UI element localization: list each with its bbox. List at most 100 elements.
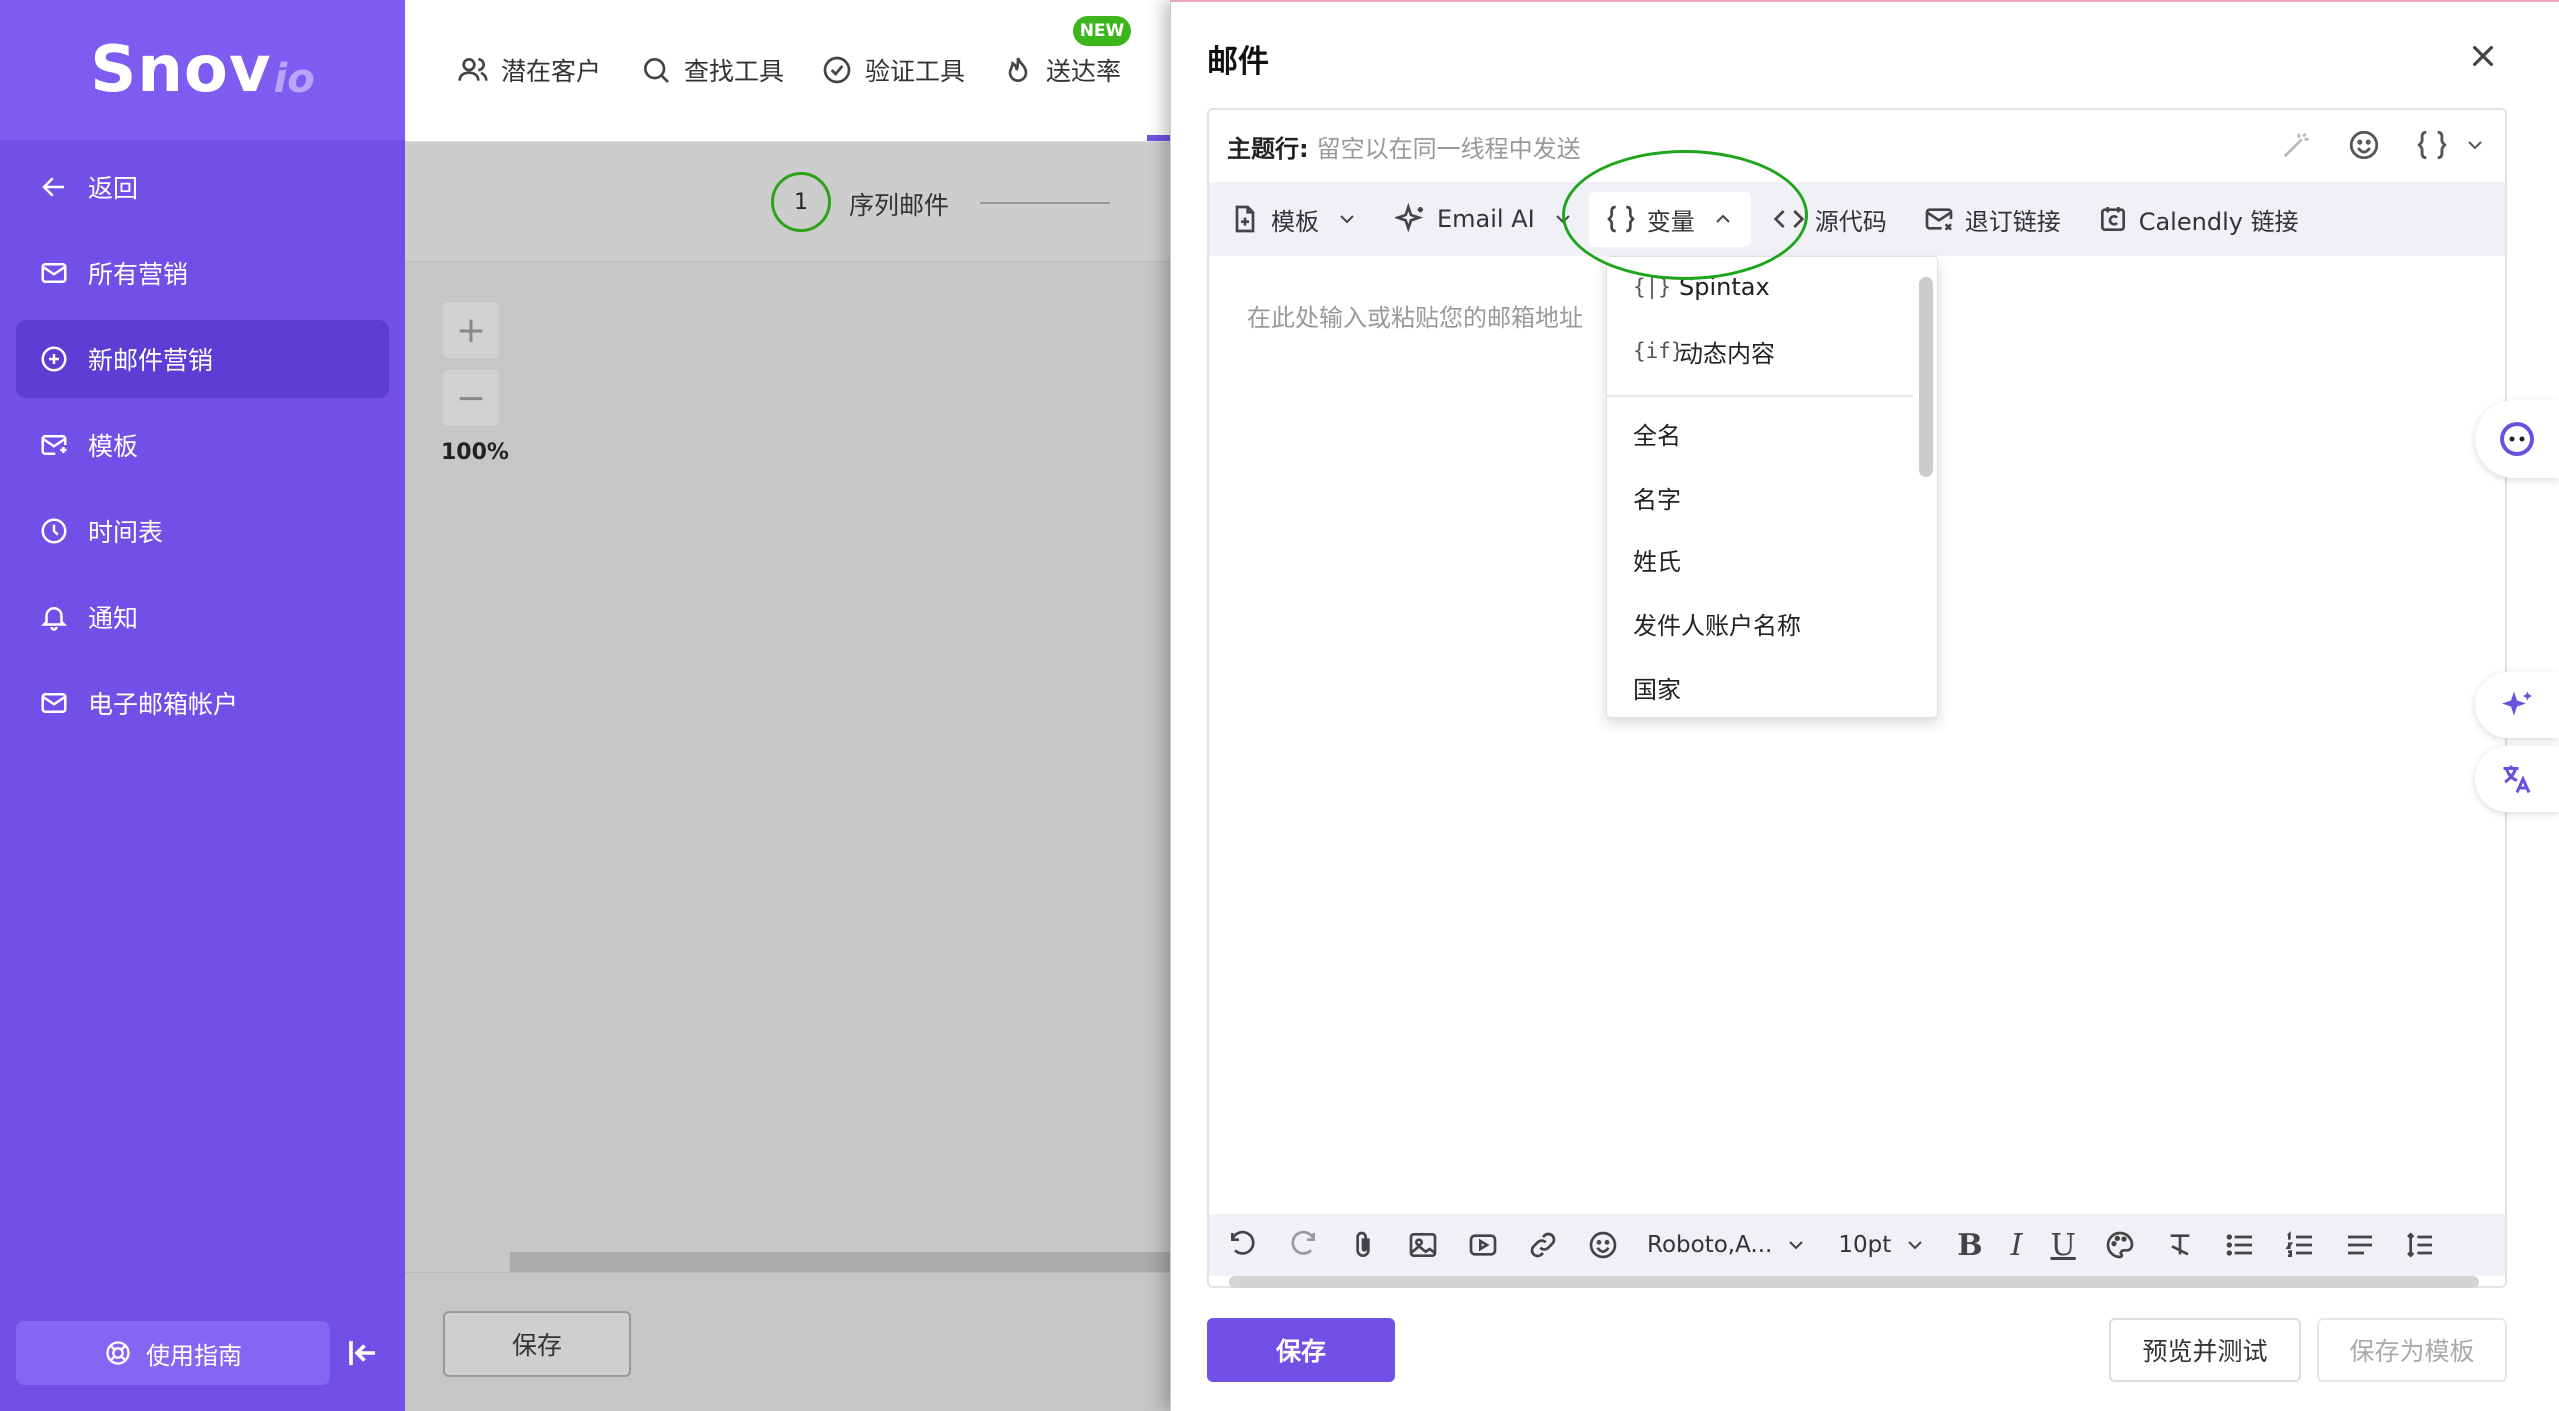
sidebar-item-label: 模板 [88, 432, 139, 461]
mail-icon [38, 687, 70, 719]
guide-button[interactable]: 使用指南 [16, 1321, 330, 1385]
source-code-button[interactable]: 源代码 [1773, 202, 1887, 237]
logo-main: Snov [90, 33, 272, 107]
sidebar-item-schedule[interactable]: 时间表 [16, 492, 389, 570]
attachment-icon[interactable] [1347, 1229, 1379, 1261]
sidebar-item-label: 通知 [88, 604, 139, 633]
sidebar: Snov io 返回 所有营销 新邮件营销 模板 时间表 通知 电子邮箱帐户 使… [0, 0, 405, 1411]
line-height-icon[interactable] [2404, 1229, 2436, 1261]
close-icon[interactable] [2467, 40, 2499, 72]
dropdown-item-sender-account-name[interactable]: 发件人账户名称 [1607, 593, 1913, 653]
palette-icon[interactable] [2104, 1229, 2136, 1261]
canvas-save-button[interactable]: 保存 [443, 1311, 631, 1377]
undo-icon[interactable] [1227, 1229, 1259, 1261]
sequence-canvas: 1 序列邮件 + − 100% [405, 142, 1170, 1272]
zoom-out-button[interactable]: − [443, 370, 499, 426]
mail-remove-icon [1925, 208, 1953, 231]
subject-field[interactable]: 主题行: 留空以在同一线程中发送 [1209, 110, 2505, 182]
italic-button[interactable]: I [2011, 1228, 2023, 1263]
topnav-label: 查找工具 [684, 57, 785, 86]
top-edge-line [1170, 0, 2559, 2]
zoom-in-button[interactable]: + [443, 302, 499, 358]
sidebar-item-email-accounts[interactable]: 电子邮箱帐户 [16, 664, 389, 742]
template-label: 模板 [1271, 207, 1319, 236]
clear-format-icon[interactable] [2164, 1229, 2196, 1261]
unsubscribe-link-button[interactable]: 退订链接 [1923, 202, 2061, 237]
save-as-template-button[interactable]: 保存为模板 [2317, 1318, 2507, 1382]
save-button[interactable]: 保存 [1207, 1318, 1395, 1382]
logo[interactable]: Snov io [0, 0, 405, 140]
bold-button[interactable]: B [1957, 1228, 1982, 1263]
step-number[interactable]: 1 [771, 172, 831, 232]
calendly-link-button[interactable]: Calendly 链接 [2097, 202, 2299, 237]
redo-icon[interactable] [1287, 1229, 1319, 1261]
sidebar-item-label: 返回 [88, 174, 139, 203]
check-circle-icon [823, 56, 851, 84]
sidebar-item-back[interactable]: 返回 [16, 148, 389, 226]
video-icon[interactable] [1467, 1229, 1499, 1261]
dropdown-item-last-name[interactable]: 姓氏 [1607, 529, 1913, 589]
sidebar-item-notifications[interactable]: 通知 [16, 578, 389, 656]
emoji-icon[interactable] [2347, 128, 2381, 162]
variables-button[interactable]: 变量 [1588, 191, 1751, 247]
font-size-value: 10pt [1838, 1232, 1892, 1258]
link-icon[interactable] [1527, 1229, 1559, 1261]
dropdown-item-first-name[interactable]: 名字 [1607, 467, 1913, 527]
format-toolbar-scrollbar[interactable] [1229, 1276, 2479, 1288]
sidebar-item-new-campaign[interactable]: 新邮件营销 [16, 320, 389, 398]
sidebar-item-templates[interactable]: 模板 [16, 406, 389, 484]
image-icon[interactable] [1407, 1229, 1439, 1261]
sidebar-item-all-campaigns[interactable]: 所有营销 [16, 234, 389, 312]
dropdown-scrollbar[interactable] [1919, 277, 1933, 477]
font-family-select[interactable]: Roboto,A... [1647, 1232, 1808, 1258]
step-label[interactable]: 序列邮件 [849, 186, 949, 222]
ai-sparkle-button[interactable] [2475, 672, 2559, 738]
dropdown-item-label: 动态内容 [1679, 339, 1775, 368]
body-placeholder[interactable]: 在此处输入或粘贴您的邮箱地址 [1247, 298, 1583, 333]
canvas-scrollbar[interactable] [510, 1252, 1170, 1272]
topnav-finder[interactable]: 查找工具 [640, 52, 784, 88]
numbered-list-icon[interactable] [2284, 1229, 2316, 1261]
braces-icon [1606, 205, 1635, 233]
top-nav: 潜在客户 查找工具 验证工具 送达率 [405, 0, 1170, 142]
unsubscribe-label: 退订链接 [1964, 207, 2061, 236]
font-size-select[interactable]: 10pt [1838, 1232, 1927, 1258]
subject-label: 主题行: [1227, 134, 1309, 163]
chevron-down-icon [1789, 1241, 1804, 1250]
search-icon [644, 58, 669, 83]
collapse-sidebar-icon[interactable] [345, 1335, 381, 1371]
calendly-icon [2100, 207, 2125, 231]
logo-sub: io [273, 56, 315, 102]
email-ai-button[interactable]: Email AI [1395, 203, 1575, 235]
dropdown-item-dynamic-content[interactable]: {if} 动态内容 [1607, 321, 1913, 381]
dropdown-item-label: Spintax [1679, 273, 1770, 301]
sparkles-icon [2502, 691, 2532, 716]
dropdown-item-country[interactable]: 国家 [1607, 657, 1913, 717]
dropdown-divider [1607, 395, 1913, 397]
sidebar-item-label: 新邮件营销 [88, 346, 214, 375]
align-icon[interactable] [2344, 1229, 2376, 1261]
bullet-list-icon[interactable] [2224, 1229, 2256, 1261]
subject-variables-button[interactable] [2415, 128, 2487, 162]
template-button[interactable]: 模板 [1229, 202, 1359, 237]
magic-wand-icon[interactable] [2279, 128, 2313, 162]
chevron-down-icon [1340, 215, 1354, 224]
variables-dropdown: {|} Spintax {if} 动态内容 全名 名字 姓氏 发件人账户名称 国… [1606, 256, 1938, 718]
dropdown-item-full-name[interactable]: 全名 [1607, 403, 1913, 463]
topnav-leads[interactable]: 潜在客户 [457, 52, 601, 88]
variables-label: 变量 [1646, 207, 1695, 236]
translate-button[interactable] [2475, 746, 2559, 812]
emoji-icon[interactable] [1587, 1229, 1619, 1261]
active-tab-indicator [1147, 135, 1170, 141]
zoom-level: 100% [441, 440, 509, 465]
topnav-deliverability[interactable]: 送达率 [1002, 52, 1121, 88]
users-icon [458, 58, 488, 81]
font-family-value: Roboto,A... [1647, 1232, 1773, 1258]
assistant-bot-button[interactable] [2475, 400, 2559, 478]
underline-button[interactable]: U [2050, 1228, 2075, 1263]
editor-toolbar: 模板 Email AI 变量 源代码 退订链接 Calendly 链接 [1209, 182, 2505, 256]
topnav-verifier[interactable]: 验证工具 [821, 52, 965, 88]
clock-icon [38, 515, 70, 547]
preview-test-button[interactable]: 预览并测试 [2109, 1318, 2301, 1382]
dropdown-item-spintax[interactable]: {|} Spintax [1607, 257, 1913, 317]
